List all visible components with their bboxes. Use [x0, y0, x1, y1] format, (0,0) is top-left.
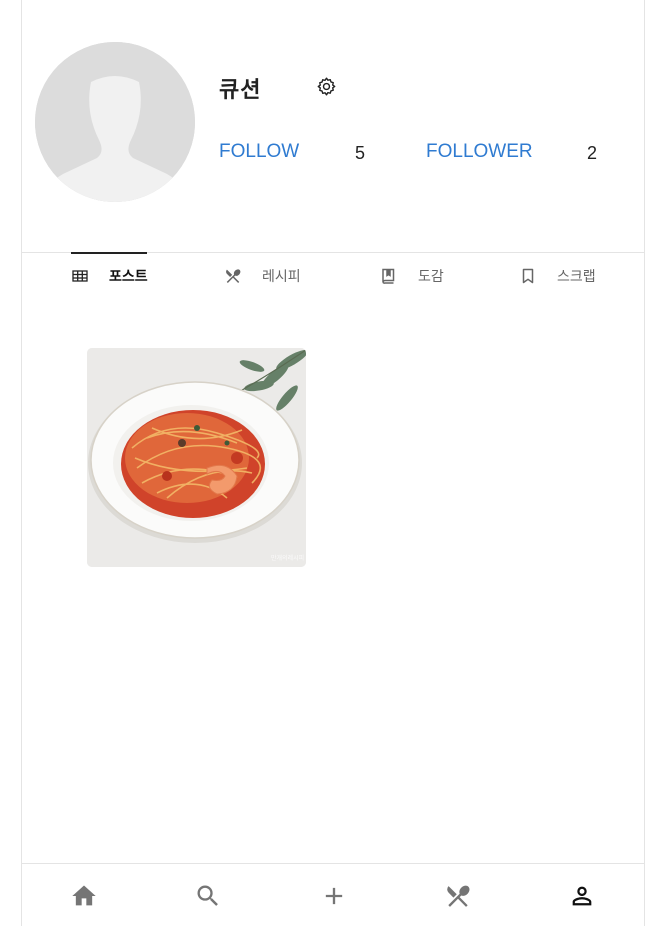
image-watermark: 만개의레시피 [271, 554, 304, 562]
follow-count: 5 [355, 143, 366, 163]
default-avatar-icon [35, 42, 195, 202]
add-icon[interactable] [320, 882, 348, 910]
post-thumbnail[interactable]: 만개의레시피 [87, 348, 306, 567]
search-icon[interactable] [194, 882, 222, 910]
settings-gear-icon[interactable] [316, 76, 337, 97]
bottom-navigation [21, 864, 645, 926]
utensils-icon[interactable] [444, 882, 472, 910]
profile-icon[interactable] [568, 882, 596, 910]
follow-link[interactable]: FOLLOW [219, 141, 299, 163]
pasta-image: 만개의레시피 [87, 348, 306, 567]
book-icon [380, 267, 398, 285]
tab-label: 레시피 [262, 269, 301, 285]
utensils-icon [224, 267, 242, 285]
active-tab-indicator [71, 252, 147, 254]
tab-scrap[interactable]: 스크랩 [519, 262, 596, 290]
tab-label: 도감 [418, 269, 444, 285]
tab-recipes[interactable]: 레시피 [224, 262, 301, 290]
follower-count: 2 [587, 143, 598, 163]
bookmark-icon [519, 267, 537, 285]
grid-icon [71, 267, 89, 285]
tab-posts[interactable]: 포스트 [71, 262, 148, 290]
tab-encyclopedia[interactable]: 도감 [380, 262, 444, 290]
tab-label: 포스트 [109, 269, 148, 285]
profile-username: 큐션 [219, 78, 262, 103]
avatar[interactable] [35, 42, 195, 202]
home-icon[interactable] [70, 882, 98, 910]
follower-link[interactable]: FOLLOWER [426, 141, 533, 163]
tab-label: 스크랩 [557, 269, 596, 285]
